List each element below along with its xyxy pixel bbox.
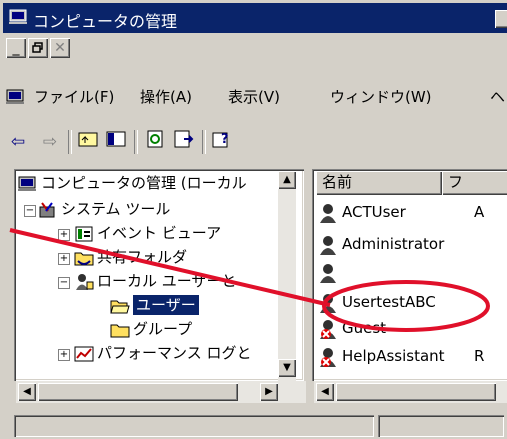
- scroll-down-arrow-icon[interactable]: ▼: [278, 359, 296, 377]
- tree-expand-toggle[interactable]: +: [58, 253, 70, 265]
- tree-item-system-tools[interactable]: システム ツール: [38, 197, 170, 221]
- scroll-thumb[interactable]: [336, 383, 496, 401]
- tree-item-label-selected: ユーザー: [132, 294, 200, 316]
- open-folder-icon: [110, 300, 130, 313]
- tree-pane[interactable]: コンピュータの管理 (ローカル − システム ツール + イベント ビューア +…: [14, 169, 304, 381]
- scroll-right-arrow-icon[interactable]: ▶: [260, 383, 278, 401]
- scroll-left-arrow-icon[interactable]: ◀: [316, 383, 334, 401]
- disabled-user-icon: [318, 347, 340, 367]
- tools-icon: [39, 201, 55, 217]
- tree-expand-toggle[interactable]: +: [58, 349, 70, 361]
- menu-file[interactable]: ファイル(F): [34, 86, 114, 107]
- title-minimize-button[interactable]: [495, 10, 507, 28]
- show-hide-tree-icon[interactable]: [104, 130, 128, 154]
- help-icon[interactable]: ?: [210, 130, 234, 154]
- folder-icon: [110, 324, 130, 337]
- export-list-icon[interactable]: [172, 130, 196, 154]
- list-item[interactable]: [318, 260, 342, 284]
- minimize-icon: _: [12, 40, 20, 56]
- list-header: 名前 フ: [314, 171, 507, 195]
- title-bar[interactable]: コンピュータの管理: [3, 3, 507, 33]
- tree-horizontal-scrollbar[interactable]: ◀ ▶: [16, 381, 306, 403]
- scroll-left-arrow-icon[interactable]: ◀: [18, 383, 36, 401]
- disabled-user-icon: [318, 319, 340, 339]
- tree-item-local-users-groups[interactable]: ローカル ユーザーと: [74, 269, 236, 293]
- list-item-fullname: A: [474, 203, 485, 221]
- mdi-controls: _ ✕: [6, 38, 72, 62]
- menu-window[interactable]: ウィンドウ(W): [330, 86, 432, 107]
- refresh-icon[interactable]: [144, 130, 168, 154]
- event-viewer-icon: [75, 226, 93, 241]
- toolbar-separator: [202, 130, 206, 154]
- application-window: コンピュータの管理 _ ✕ ファイル(F) 操作(A) 表示(V) ウィンドウ(…: [0, 0, 507, 439]
- menu-action[interactable]: 操作(A): [140, 86, 192, 107]
- mdi-close-button[interactable]: ✕: [50, 38, 70, 58]
- toolbar: ⇦ ⇨ ?: [0, 124, 507, 160]
- computer-management-icon: [18, 176, 36, 191]
- list-item-name: Administrator: [342, 235, 445, 253]
- back-icon[interactable]: ⇦: [6, 130, 30, 154]
- tree-item-performance-logs[interactable]: パフォーマンス ログと: [74, 341, 251, 365]
- tree-item-label: 共有フォルダ: [97, 248, 188, 266]
- list-item[interactable]: ACTUser A: [318, 200, 484, 224]
- list-item[interactable]: Guest: [318, 316, 386, 340]
- shared-folder-icon: [74, 252, 94, 265]
- list-item[interactable]: HelpAssistant R: [318, 344, 484, 368]
- menu-bar: ファイル(F) 操作(A) 表示(V) ウィンドウ(W) ヘ: [0, 78, 507, 116]
- tree-item-shared-folders[interactable]: 共有フォルダ: [74, 245, 187, 269]
- performance-logs-icon: [74, 346, 94, 361]
- list-item-name: HelpAssistant: [342, 347, 445, 365]
- list-item-name: Guest: [342, 319, 387, 337]
- column-header-fullname[interactable]: フ: [442, 171, 507, 195]
- tree-item-users[interactable]: ユーザー: [110, 293, 200, 317]
- toolbar-separator: [134, 130, 138, 154]
- list-horizontal-scrollbar[interactable]: ◀: [314, 381, 507, 403]
- column-header-name[interactable]: 名前: [316, 171, 442, 195]
- system-menu-icon[interactable]: [6, 88, 26, 106]
- window-title: コンピュータの管理: [33, 12, 178, 31]
- user-icon: [318, 235, 340, 255]
- toolbar-separator: [68, 130, 72, 154]
- tree-item-label: システム ツール: [61, 200, 171, 218]
- svg-text:?: ?: [221, 132, 229, 147]
- tree-item-label: パフォーマンス ログと: [97, 344, 252, 362]
- local-users-groups-icon: [76, 273, 94, 290]
- tree-item-event-viewer[interactable]: イベント ビューア: [74, 221, 221, 245]
- up-folder-icon[interactable]: [76, 130, 100, 154]
- list-item-fullname: R: [474, 347, 485, 365]
- list-item[interactable]: UsertestABC: [318, 290, 436, 314]
- list-item-name: UsertestABC: [342, 293, 436, 311]
- tree-item-groups[interactable]: グループ: [110, 317, 192, 341]
- list-item-name: ACTUser: [342, 203, 406, 221]
- list-item[interactable]: Administrator: [318, 232, 444, 256]
- restore-icon: [32, 42, 43, 53]
- menu-help[interactable]: ヘ: [490, 86, 505, 107]
- status-cell: [14, 415, 374, 437]
- tree-collapse-toggle[interactable]: −: [58, 277, 70, 289]
- menu-view[interactable]: 表示(V): [228, 86, 280, 107]
- user-icon: [318, 293, 340, 313]
- tree-vertical-scrollbar[interactable]: ▲ ▼: [278, 171, 296, 381]
- status-bar: [0, 412, 507, 439]
- mdi-restore-button[interactable]: [28, 38, 48, 58]
- tree-item-label: イベント ビューア: [97, 224, 222, 242]
- mdi-minimize-button[interactable]: _: [6, 38, 26, 58]
- status-cell: [378, 415, 504, 437]
- tree-expand-toggle[interactable]: +: [58, 229, 70, 241]
- close-icon: ✕: [54, 40, 66, 56]
- tree-item-label: グループ: [133, 320, 193, 338]
- tree-root[interactable]: コンピュータの管理 (ローカル: [18, 171, 247, 195]
- tree-root-label: コンピュータの管理 (ローカル: [41, 174, 247, 192]
- computer-management-icon: [9, 9, 27, 24]
- user-icon: [318, 203, 340, 223]
- forward-icon[interactable]: ⇨: [38, 130, 62, 154]
- tree-collapse-toggle[interactable]: −: [24, 205, 36, 217]
- scroll-up-arrow-icon[interactable]: ▲: [278, 171, 296, 189]
- user-icon: [318, 263, 340, 283]
- scroll-thumb[interactable]: [38, 383, 238, 401]
- tree-item-label: ローカル ユーザーと: [97, 272, 237, 290]
